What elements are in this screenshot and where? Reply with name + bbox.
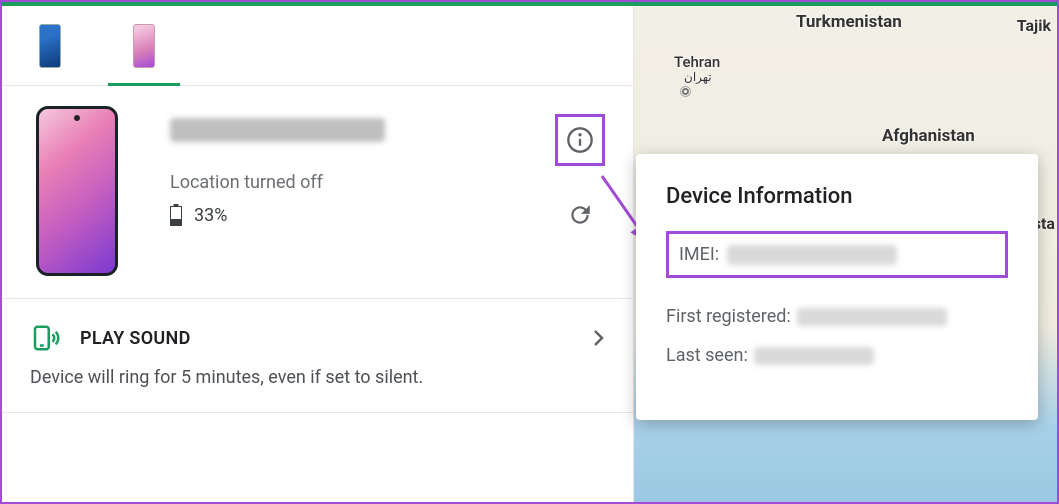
map-label-tehran: Tehran: [674, 53, 720, 71]
play-sound-description: Device will ring for 5 minutes, even if …: [30, 367, 605, 388]
map-label-tajik: Tajik: [1017, 16, 1051, 35]
device-image: [36, 106, 118, 276]
first-registered-label: First registered:: [666, 306, 791, 327]
map-label-afghanistan: Afghanistan: [882, 126, 975, 146]
device-info: Location turned off 33%: [170, 106, 555, 226]
imei-highlight-box: IMEI:: [666, 231, 1008, 278]
device-info-popover: Device Information IMEI: First registere…: [636, 154, 1038, 420]
device-tab-1[interactable]: [14, 7, 86, 85]
battery-percent: 33%: [194, 205, 227, 226]
last-seen-row: Last seen:: [666, 345, 1008, 366]
device-card: Location turned off 33%: [2, 86, 633, 299]
device-tabs: [2, 6, 633, 86]
play-sound-label: PLAY SOUND: [80, 328, 573, 349]
last-seen-label: Last seen:: [666, 345, 748, 366]
play-sound-section: PLAY SOUND Device will ring for 5 minute…: [2, 299, 633, 413]
device-tab-2[interactable]: [108, 7, 180, 85]
device-name-redacted: [170, 118, 385, 142]
play-sound-icon: [30, 323, 60, 353]
battery-row: 33%: [170, 205, 555, 226]
play-sound-button[interactable]: PLAY SOUND: [30, 323, 605, 353]
device-side-icons: [555, 106, 605, 228]
location-status: Location turned off: [170, 172, 555, 193]
left-panel: Location turned off 33%: [2, 6, 634, 502]
first-registered-row: First registered:: [666, 306, 1008, 327]
phone-thumbnail-icon: [133, 24, 155, 68]
map-label-turkmenistan: Turkmenistan: [796, 12, 902, 32]
battery-icon: [170, 206, 182, 226]
last-seen-value-redacted: [754, 347, 874, 365]
first-registered-value-redacted: [797, 308, 947, 326]
imei-value-redacted: [727, 245, 897, 265]
map-label-tehran-native: تهران: [684, 70, 712, 84]
map-city-dot: [682, 88, 689, 95]
info-icon[interactable]: [566, 126, 594, 154]
popover-title: Device Information: [666, 184, 1008, 209]
refresh-icon[interactable]: [567, 202, 593, 228]
imei-label: IMEI:: [679, 244, 719, 265]
info-button-highlight: [555, 114, 605, 166]
chevron-right-icon: [593, 329, 605, 347]
phone-thumbnail-icon: [39, 24, 61, 68]
